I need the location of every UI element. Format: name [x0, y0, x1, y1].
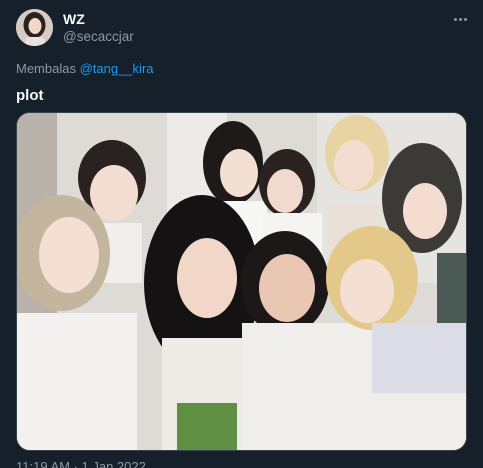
more-options-icon[interactable] [447, 10, 473, 28]
avatar-photo-icon [16, 9, 53, 46]
more-dot [463, 17, 467, 21]
tweet-media[interactable] [16, 112, 467, 451]
author-avatar[interactable] [16, 9, 53, 46]
more-dot [458, 17, 462, 21]
group-selfie-photo-icon [17, 113, 466, 450]
author-handle[interactable]: @secaccjar [63, 29, 134, 44]
tweet-card: WZ @secaccjar Membalas @tang__kira plot [0, 0, 483, 468]
reply-prefix: Membalas [16, 61, 76, 76]
tweet-text: plot [16, 87, 44, 104]
more-dot [453, 17, 457, 21]
tweet-timestamp[interactable]: 11:19 AM · 1 Jan 2022 [16, 459, 146, 468]
reply-mention-link[interactable]: @tang__kira [80, 61, 154, 76]
reply-context: Membalas @tang__kira [16, 61, 154, 76]
author-display-name[interactable]: WZ [63, 11, 85, 27]
